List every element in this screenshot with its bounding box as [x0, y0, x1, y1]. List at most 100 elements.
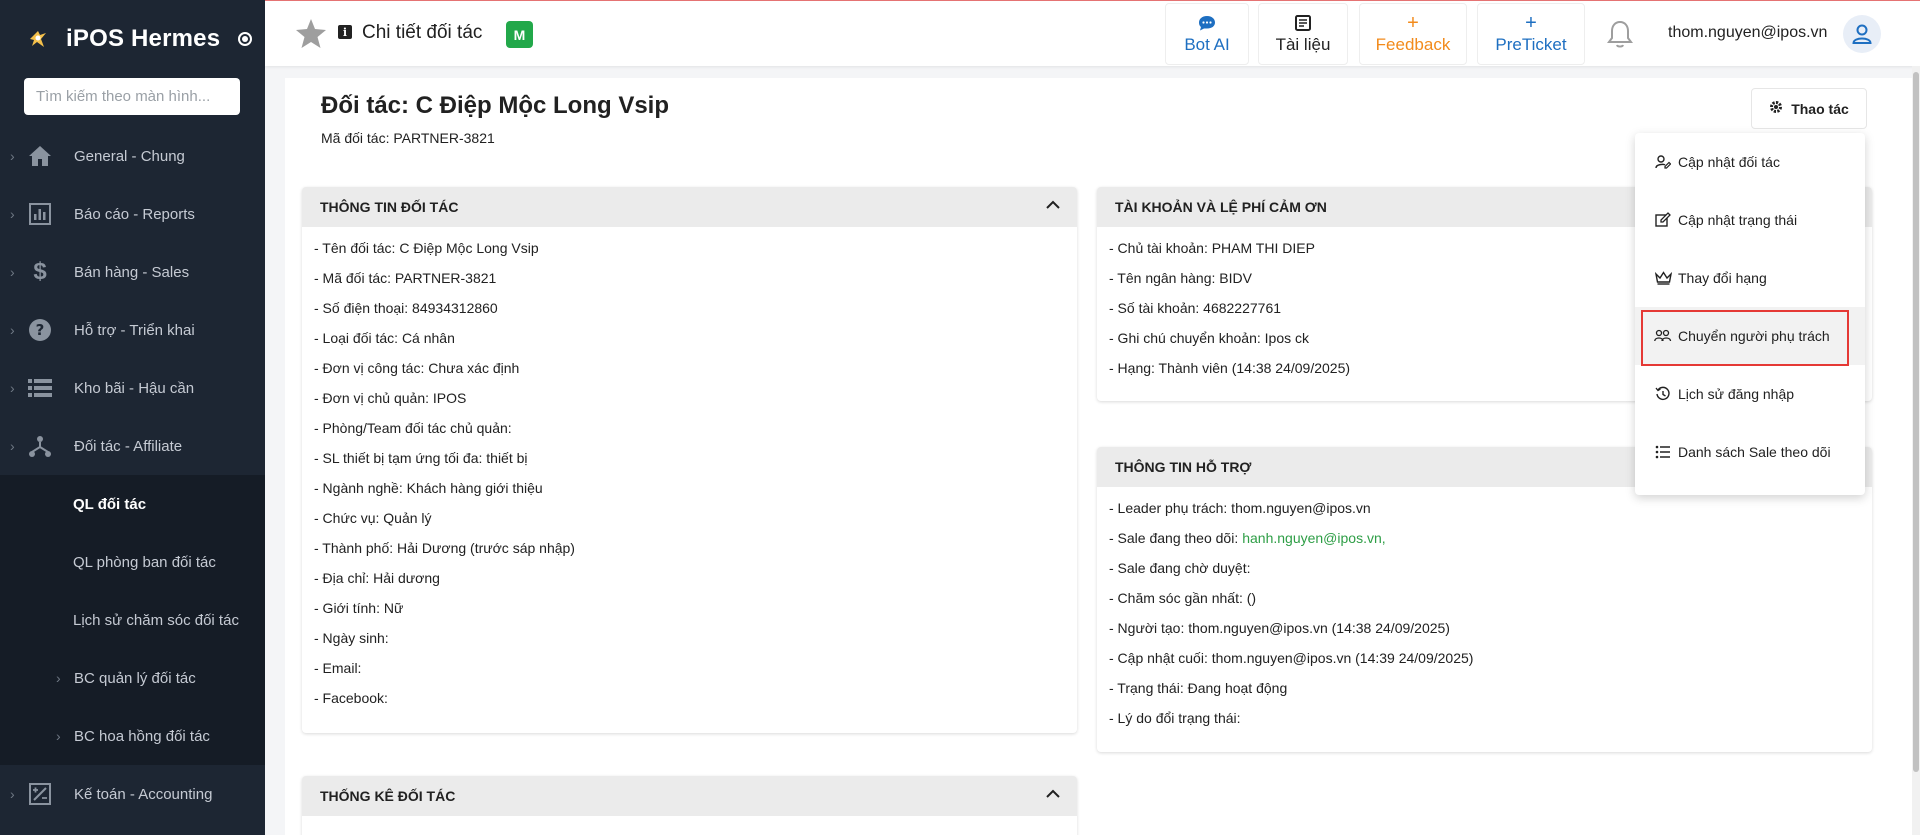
card-body: - Leader phụ trách: thom.nguyen@ipos.vn …: [1097, 487, 1872, 739]
actions-button[interactable]: Thao tác: [1751, 88, 1867, 129]
chevron-right-icon: ›: [56, 670, 61, 686]
plus-icon: +: [1525, 12, 1537, 34]
info-row: - Người tạo: thom.nguyen@ipos.vn (14:38 …: [1109, 613, 1860, 643]
info-row: - Chăm sóc gần nhất: (): [1109, 583, 1860, 613]
svg-text:?: ?: [36, 321, 45, 339]
info-row: - Loại đối tác: Cá nhân: [314, 330, 455, 346]
sidebar-subitem-care-history[interactable]: Lịch sử chăm sóc đối tác: [0, 591, 265, 649]
feedback-label: Feedback: [1375, 35, 1451, 54]
star-icon[interactable]: [294, 17, 328, 51]
user-email[interactable]: thom.nguyen@ipos.vn: [1668, 24, 1827, 42]
sidebar-item-label: BC hoa hồng đối tác: [74, 727, 210, 745]
sidebar-item-warehouse[interactable]: › Kho bãi - Hậu cần: [0, 359, 265, 417]
sidebar-item-sales[interactable]: › $ Bán hàng - Sales: [0, 243, 265, 301]
chevron-right-icon: ›: [10, 264, 15, 280]
sidebar-item-general[interactable]: › General - Chung: [0, 127, 265, 185]
edit-square-icon: [1654, 211, 1672, 229]
menu-item-update-partner[interactable]: Cập nhật đối tác: [1635, 133, 1865, 191]
menu-item-label: Danh sách Sale theo dõi: [1678, 444, 1831, 460]
brand[interactable]: iPOS Hermes: [0, 0, 265, 78]
sidebar-item-label: General - Chung: [74, 147, 185, 165]
dollar-icon: $: [33, 258, 47, 285]
docs-button[interactable]: Tài liệu: [1258, 3, 1348, 65]
list-bullets-icon: [1654, 443, 1672, 461]
sidebar-subitem-commission-report[interactable]: › BC hoa hồng đối tác: [0, 707, 265, 765]
info-row: - Mã đối tác: PARTNER-3821: [314, 270, 497, 286]
page-title: Đối tác: C Điệp Mộc Long Vsip: [321, 92, 670, 119]
bell-icon[interactable]: [1607, 19, 1633, 49]
info-row: - Phòng/Team đối tác chủ quản:: [314, 420, 512, 436]
radio-dot-icon[interactable]: [238, 32, 253, 46]
row-label: - Leader phụ trách: thom.nguyen@ipos.vn: [1109, 500, 1371, 516]
sidebar-item-label: Đối tác - Affiliate: [74, 437, 183, 455]
sidebar-search-input[interactable]: [24, 78, 240, 115]
sidebar-subitem-partner-report[interactable]: › BC quản lý đối tác: [0, 649, 265, 707]
info-row: - Ngành nghề: Khách hàng giới thiệu: [314, 480, 543, 496]
sidebar-item-support[interactable]: › ? Hỗ trợ - Triển khai: [0, 301, 265, 359]
info-row: - Đơn vị chủ quản: IPOS: [314, 390, 467, 406]
menu-item-label: Lịch sử đăng nhập: [1678, 386, 1795, 402]
row-label: - Lý do đổi trạng thái:: [1109, 710, 1241, 726]
home-icon: [27, 143, 53, 169]
chevron-up-icon[interactable]: [1043, 784, 1063, 804]
row-label: - Cập nhật cuối: thom.nguyen@ipos.vn (14…: [1109, 650, 1474, 666]
sidebar-item-label: Bán hàng - Sales: [74, 263, 190, 281]
preticket-label: PreTicket: [1495, 35, 1567, 54]
sidebar-item-label: QL phòng ban đối tác: [73, 553, 216, 571]
bot-ai-button[interactable]: Bot AI: [1165, 3, 1249, 65]
partner-stats-card: THỐNG KÊ ĐỐI TÁC: [302, 776, 1077, 835]
sidebar-item-affiliate[interactable]: › Đối tác - Affiliate: [0, 417, 265, 475]
plus-icon: +: [1407, 12, 1419, 34]
menu-item-update-status[interactable]: Cập nhật trạng thái: [1635, 191, 1865, 249]
sale-email-link[interactable]: hanh.nguyen@ipos.vn,: [1242, 530, 1385, 546]
menu-item-label: Thay đổi hạng: [1678, 270, 1767, 286]
partner-code: Mã đối tác: PARTNER-3821: [321, 130, 495, 146]
info-row: - Chức vụ: Quản lý: [314, 510, 432, 526]
info-row: - Tên đối tác: C Điệp Mộc Long Vsip: [314, 240, 539, 256]
avatar[interactable]: [1843, 15, 1881, 53]
row-label: - Chăm sóc gần nhất: (): [1109, 590, 1257, 606]
card-body: - Tên đối tác: C Điệp Mộc Long Vsip - Mã…: [302, 227, 1077, 719]
sidebar-item-accounting[interactable]: › Kế toán - Accounting: [0, 765, 265, 823]
sidebar: iPOS Hermes › General - Chung › Báo cáo …: [0, 0, 265, 835]
info-row: - Email:: [314, 660, 362, 676]
mode-badge[interactable]: M: [506, 21, 533, 48]
chevron-right-icon: ›: [10, 438, 15, 454]
app-name: iPOS Hermes: [66, 25, 221, 52]
chat-bubble-icon: [1198, 13, 1216, 33]
menu-item-change-rank[interactable]: Thay đổi hạng: [1635, 249, 1865, 307]
sidebar-subitem-partner-departments[interactable]: QL phòng ban đối tác: [0, 533, 265, 591]
info-row: - Ngày sinh:: [314, 630, 389, 646]
report-chart-icon: [27, 201, 53, 227]
sidebar-item-label: Kế toán - Accounting: [74, 785, 213, 803]
info-row: - Giới tính: Nữ: [314, 600, 404, 616]
menu-item-sale-watchers[interactable]: Danh sách Sale theo dõi: [1635, 423, 1865, 481]
menu-item-label: Chuyển người phụ trách: [1678, 328, 1830, 344]
card-title: TÀI KHOẢN VÀ LỆ PHÍ CẢM ƠN: [1115, 199, 1327, 215]
chevron-right-icon: ›: [56, 728, 61, 744]
info-row: - Cập nhật cuối: thom.nguyen@ipos.vn (14…: [1109, 643, 1860, 673]
chevron-right-icon: ›: [10, 786, 15, 802]
sidebar-item-reports[interactable]: › Báo cáo - Reports: [0, 185, 265, 243]
menu-item-transfer-owner[interactable]: Chuyển người phụ trách: [1635, 307, 1865, 366]
preticket-button[interactable]: + PreTicket: [1477, 3, 1585, 65]
scrollbar-thumb[interactable]: [1913, 72, 1919, 772]
logo-icon: [24, 25, 52, 53]
card-title: THÔNG TIN HỖ TRỢ: [1115, 459, 1252, 475]
menu-item-label: Cập nhật trạng thái: [1678, 212, 1798, 228]
row-label: - Sale đang chờ duyệt:: [1109, 560, 1251, 576]
row-label: - Trạng thái: Đang hoạt động: [1109, 680, 1288, 696]
feedback-button[interactable]: + Feedback: [1359, 3, 1467, 65]
bot-ai-label: Bot AI: [1184, 35, 1230, 54]
history-icon: [1654, 385, 1672, 403]
info-row: - Sale đang chờ duyệt:: [1109, 553, 1860, 583]
info-icon: i: [338, 25, 352, 39]
page-scrollbar[interactable]: [1912, 66, 1920, 835]
actions-label: Thao tác: [1791, 100, 1849, 117]
menu-item-login-history[interactable]: Lịch sử đăng nhập: [1635, 365, 1865, 423]
sidebar-subitem-partner-management[interactable]: QL đối tác: [0, 475, 265, 533]
card-header: THÔNG TIN ĐỐI TÁC: [302, 187, 1077, 227]
chevron-up-icon[interactable]: [1043, 195, 1063, 215]
info-row: - Sale đang theo dõi: hanh.nguyen@ipos.vn…: [1109, 523, 1860, 553]
book-icon: [1294, 13, 1312, 33]
